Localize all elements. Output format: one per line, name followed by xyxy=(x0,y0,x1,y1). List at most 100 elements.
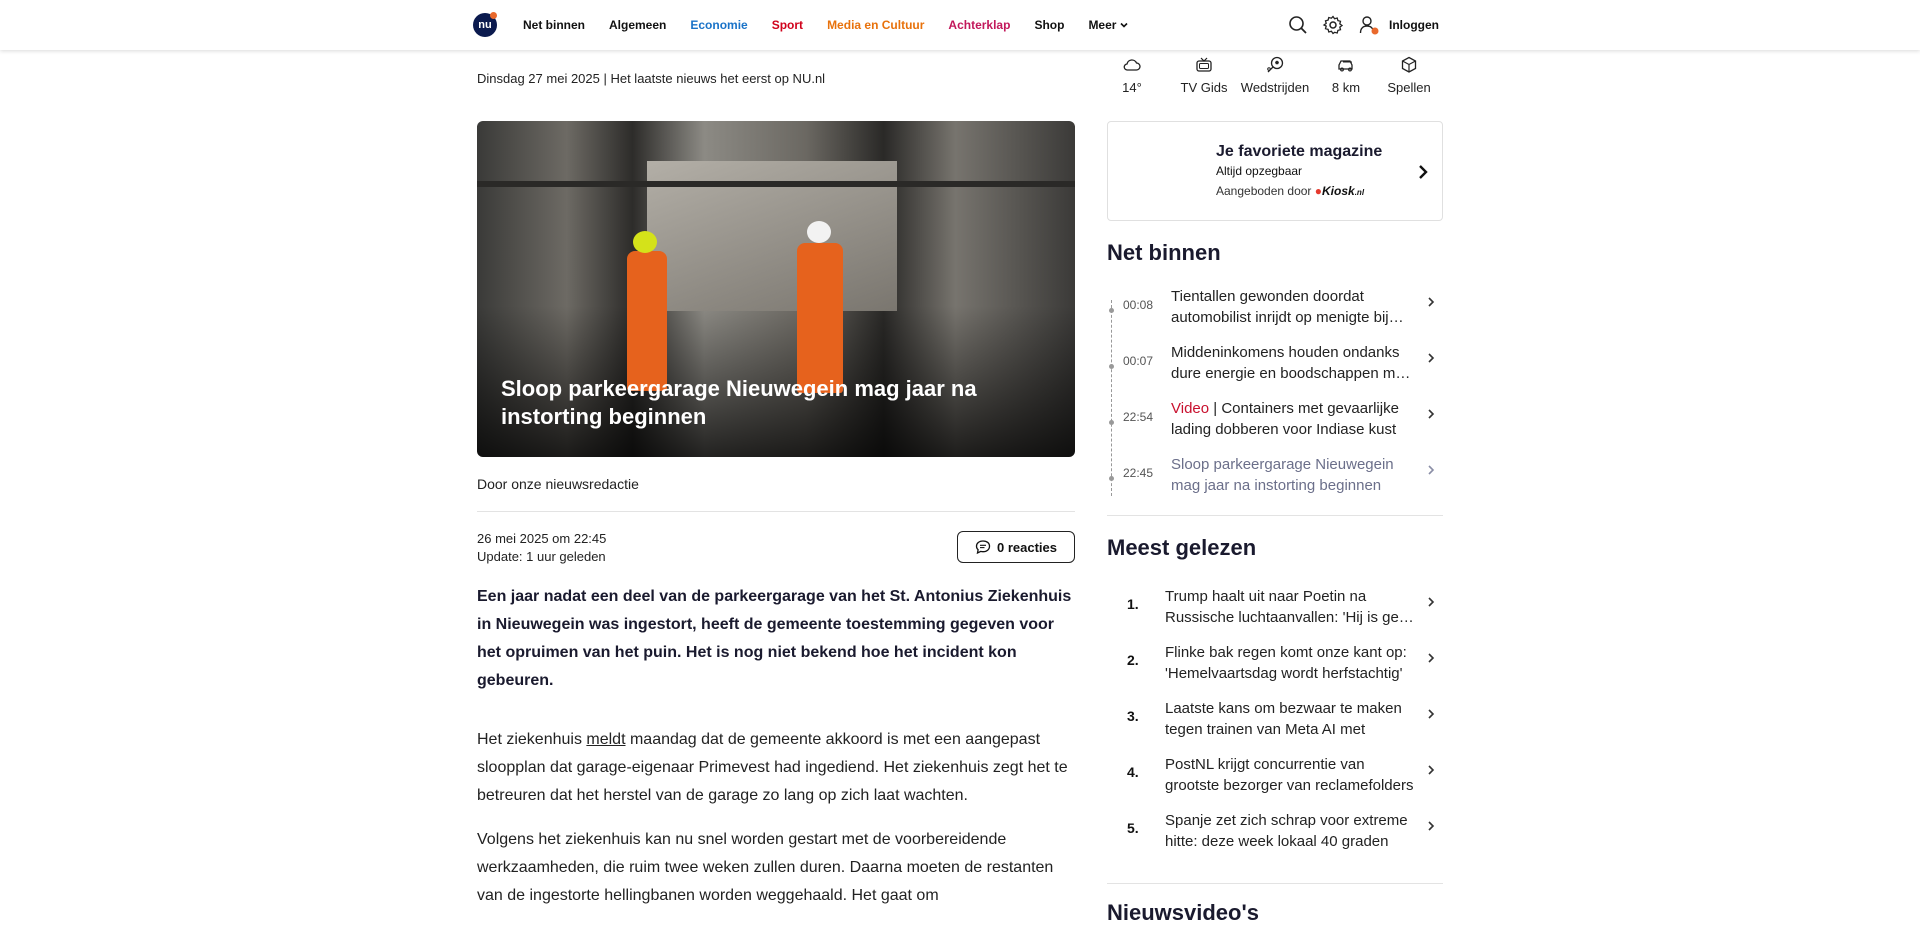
comment-icon xyxy=(975,540,991,555)
chevron-right-icon xyxy=(1428,297,1435,307)
quicklink-label: Wedstrijden xyxy=(1240,80,1310,95)
traffic-icon xyxy=(1338,60,1353,72)
meldt-link[interactable]: meldt xyxy=(586,731,625,748)
nav-achterklap[interactable]: Achterklap xyxy=(948,18,1010,32)
divider xyxy=(1107,883,1443,884)
login-link[interactable]: Inloggen xyxy=(1389,18,1439,32)
dateline: Dinsdag 27 mei 2025 | Het laatste nieuws… xyxy=(477,71,826,86)
chevron-right-icon xyxy=(1428,821,1435,831)
meest-gelezen-heading[interactable]: Meest gelezen xyxy=(1107,535,1256,561)
list-item[interactable]: 22:45 Sloop parkeergarage Nieuwegein mag… xyxy=(1107,450,1443,506)
main-nav: Net binnen Algemeen Economie Sport Media… xyxy=(523,0,1153,50)
chevron-right-icon xyxy=(1419,165,1428,179)
hero-headline[interactable]: Sloop parkeergarage Nieuwegein mag jaar … xyxy=(501,375,1021,431)
publish-date: 26 mei 2025 om 22:45 xyxy=(477,531,607,546)
item-headline: Video | Containers met gevaarlijke ladin… xyxy=(1171,398,1411,440)
item-time: 22:54 xyxy=(1123,410,1154,424)
football-icon xyxy=(1267,56,1284,73)
nav-meer[interactable]: Meer xyxy=(1088,18,1129,32)
article-paragraph: Volgens het ziekenhuis kan nu snel worde… xyxy=(477,831,1054,904)
chevron-down-icon xyxy=(1120,22,1129,28)
item-time: 00:08 xyxy=(1123,298,1154,312)
quicklink-label: TV Gids xyxy=(1180,80,1228,95)
article-paragraph: Het ziekenhuis meldt maandag dat de geme… xyxy=(477,726,1077,810)
quicklink-wedstrijden[interactable]: Wedstrijden xyxy=(1235,54,1315,95)
hero-image[interactable]: Sloop parkeergarage Nieuwegein mag jaar … xyxy=(477,121,1075,457)
chevron-right-icon xyxy=(1428,765,1435,775)
helmet-white xyxy=(807,221,831,243)
quicklink-label: Spellen xyxy=(1387,80,1431,95)
settings-icon[interactable] xyxy=(1322,14,1344,36)
divider xyxy=(477,511,1075,512)
divider xyxy=(1107,515,1443,516)
quicklink-spellen[interactable]: Spellen xyxy=(1369,54,1449,95)
list-item[interactable]: 5. Spanje zet zich schrap voor extreme h… xyxy=(1107,806,1443,862)
cube-icon xyxy=(1401,56,1417,73)
list-item[interactable]: 4. PostNL krijgt concurrentie van groots… xyxy=(1107,750,1443,806)
chevron-right-icon xyxy=(1428,353,1435,363)
user-icon[interactable] xyxy=(1358,14,1380,36)
kiosk-title: Je favoriete magazine xyxy=(1216,143,1383,160)
tv-icon xyxy=(1196,57,1212,72)
list-item[interactable]: 00:07 Middeninkomens houden ondanks dure… xyxy=(1107,338,1443,394)
item-headline: PostNL krijgt concurrentie van grootste … xyxy=(1165,756,1414,794)
publish-info: 26 mei 2025 om 22:45 Update: 1 uur geled… xyxy=(477,530,606,566)
reactions-button[interactable]: 0 reacties xyxy=(957,531,1075,563)
worker-figure-left xyxy=(627,251,667,391)
kiosk-brand-name: Kiosk xyxy=(1322,184,1355,198)
list-item[interactable]: 3. Laatste kans om bezwaar te maken tege… xyxy=(1107,694,1443,750)
item-rank: 4. xyxy=(1127,764,1139,780)
kiosk-subtitle: Altijd opzegbaar xyxy=(1216,164,1303,178)
logo-dot-icon xyxy=(490,12,497,19)
search-icon[interactable] xyxy=(1287,14,1309,36)
nav-media-en-cultuur[interactable]: Media en Cultuur xyxy=(827,18,924,32)
article-lead: Een jaar nadat een deel van de parkeerga… xyxy=(477,588,1072,689)
nav-algemeen[interactable]: Algemeen xyxy=(609,18,666,32)
chevron-right-icon xyxy=(1428,597,1435,607)
item-headline: Tientallen gewonden doordat automobilist… xyxy=(1171,288,1404,326)
byline: Door onze nieuwsredactie xyxy=(477,476,639,492)
list-item[interactable]: 1. Trump haalt uit naar Poetin na Russis… xyxy=(1107,582,1443,638)
nav-meer-label: Meer xyxy=(1088,18,1117,32)
list-item[interactable]: 2. Flinke bak regen komt onze kant op: '… xyxy=(1107,638,1443,694)
top-navigation-bar: nu Net binnen Algemeen Economie Sport Me… xyxy=(0,0,1920,50)
item-headline: Trump haalt uit naar Poetin na Russische… xyxy=(1165,588,1414,626)
item-rank: 5. xyxy=(1127,820,1139,836)
chevron-right-icon xyxy=(1428,709,1435,719)
list-item[interactable]: 22:54 Video | Containers met gevaarlijke… xyxy=(1107,394,1443,450)
cloud-icon xyxy=(1123,59,1141,71)
item-rank: 3. xyxy=(1127,708,1139,724)
item-rank: 2. xyxy=(1127,652,1139,668)
tag-separator: | xyxy=(1209,400,1222,417)
quicklink-weather[interactable]: 14° xyxy=(1092,54,1172,95)
video-tag: Video xyxy=(1171,400,1210,417)
quicklink-tv-gids[interactable]: TV Gids xyxy=(1164,54,1244,95)
item-headline: Sloop parkeergarage Nieuwegein mag jaar … xyxy=(1171,456,1394,494)
beam-shape xyxy=(477,181,1075,187)
chevron-right-icon xyxy=(1428,465,1435,475)
chevron-right-icon xyxy=(1428,409,1435,419)
nav-net-binnen[interactable]: Net binnen xyxy=(523,18,585,32)
quicklink-label: 14° xyxy=(1122,80,1142,95)
item-headline: Middeninkomens houden ondanks dure energ… xyxy=(1171,344,1411,382)
chevron-right-icon xyxy=(1428,653,1435,663)
kiosk-brand-logo: ●Kiosk.nl xyxy=(1314,184,1365,198)
list-item[interactable]: 00:08 Tientallen gewonden doordat automo… xyxy=(1107,282,1443,338)
reactions-label: 0 reacties xyxy=(997,539,1057,555)
nav-sport[interactable]: Sport xyxy=(772,18,803,32)
quicklinks-row: 14° TV Gids Wedstrijden 8 km Spellen xyxy=(1107,54,1443,104)
item-headline: Spanje zet zich schrap voor extreme hitt… xyxy=(1165,812,1408,850)
nav-economie[interactable]: Economie xyxy=(690,18,747,32)
paragraph-text: Het ziekenhuis xyxy=(477,731,587,748)
item-time: 00:07 xyxy=(1123,354,1154,368)
item-rank: 1. xyxy=(1127,596,1139,612)
nieuwsvideos-heading[interactable]: Nieuwsvideo's xyxy=(1107,900,1259,926)
kiosk-offered-by: Aangeboden door ●Kiosk.nl xyxy=(1216,184,1364,198)
quicklink-label: 8 km xyxy=(1331,80,1361,95)
item-headline: Flinke bak regen komt onze kant op: 'Hem… xyxy=(1165,644,1407,682)
kiosk-promo-card[interactable]: Je favoriete magazine Altijd opzegbaar A… xyxy=(1107,121,1443,221)
nav-shop[interactable]: Shop xyxy=(1034,18,1064,32)
helmet-yellow xyxy=(633,231,657,253)
net-binnen-heading[interactable]: Net binnen xyxy=(1107,240,1221,266)
update-time: Update: 1 uur geleden xyxy=(477,549,606,564)
